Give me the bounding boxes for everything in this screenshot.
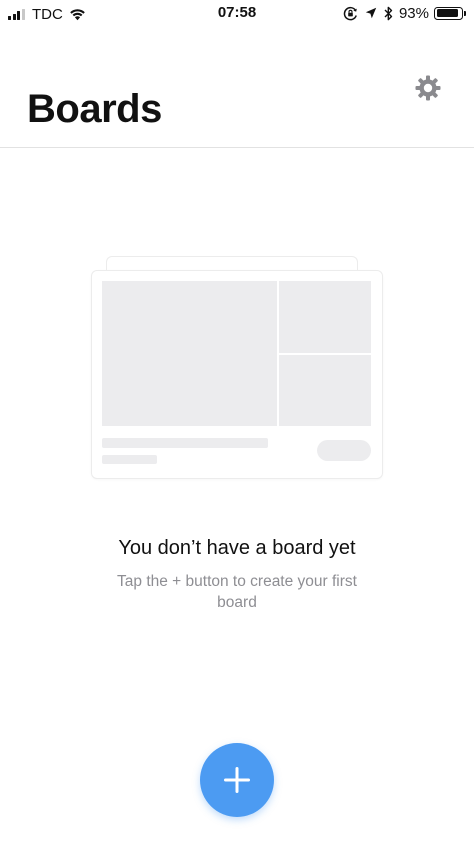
location-arrow-icon [365, 7, 377, 19]
illustration-pill-button [317, 440, 371, 461]
gear-icon [415, 75, 441, 101]
bluetooth-icon [384, 6, 393, 20]
empty-state-subtitle: Tap the + button to create your first bo… [117, 573, 357, 611]
settings-button[interactable] [410, 70, 446, 106]
status-bar: TDC 07:58 93% [0, 0, 474, 28]
illustration-card [91, 270, 383, 479]
add-board-button[interactable] [200, 743, 274, 817]
battery-tip [464, 10, 466, 16]
empty-state-title: You don’t have a board yet [118, 537, 356, 559]
battery-icon [434, 6, 463, 20]
illustration-line-short [102, 455, 157, 464]
illustration-bottom-right-tile [279, 355, 371, 426]
battery-percent: 93% [398, 4, 429, 22]
plus-icon [224, 767, 250, 793]
page-title: Boards [27, 87, 162, 131]
illustration-top-right-tile [279, 281, 371, 353]
status-right: 93% [336, 4, 466, 22]
header: Boards [0, 28, 474, 148]
illustration-line-long [102, 438, 268, 448]
illustration-large-tile [102, 281, 277, 426]
empty-board-illustration [90, 252, 384, 482]
orientation-lock-icon [343, 6, 357, 20]
battery-fill [436, 9, 459, 17]
